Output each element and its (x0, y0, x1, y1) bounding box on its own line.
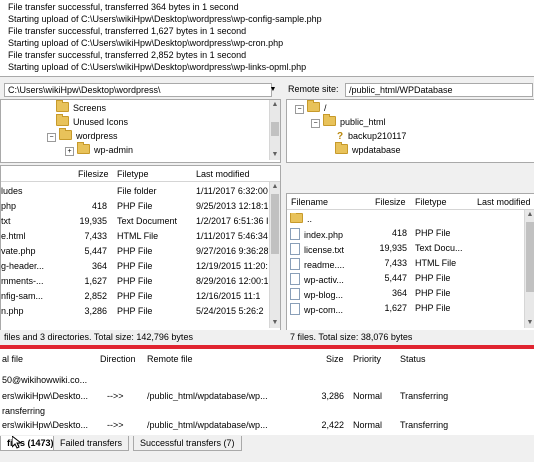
local-path-input[interactable]: C:\Users\wikiHpw\Desktop\wordpress\ (4, 83, 272, 97)
scroll-thumb[interactable] (271, 122, 279, 136)
folder-icon (290, 213, 303, 223)
tree-item-unused-icons[interactable]: Unused Icons (56, 114, 128, 128)
table-row[interactable]: .. (287, 212, 534, 225)
table-row[interactable]: txt 19,935 Text Document 1/2/2017 6:51:3… (1, 215, 280, 228)
col-remote-file[interactable]: Remote file (147, 354, 193, 364)
scroll-thumb[interactable] (271, 194, 279, 254)
scroll-down-icon[interactable]: ▼ (270, 150, 280, 160)
col-priority[interactable]: Priority (353, 354, 381, 364)
col-last-modified[interactable]: Last modified (477, 197, 531, 207)
folder-icon (323, 114, 336, 126)
collapse-icon[interactable]: − (295, 105, 304, 114)
scroll-up-icon[interactable]: ▲ (525, 210, 534, 220)
log-line: Starting upload of C:\Users\wikiHpw\Desk… (8, 14, 322, 24)
table-row[interactable]: readme.... 7,433 HTML File (287, 257, 534, 270)
queue-row[interactable]: ers\wikiHpw\Deskto... -->> /public_html/… (0, 419, 534, 431)
file-icon (290, 303, 300, 315)
folder-icon (56, 114, 69, 126)
folder-icon (335, 142, 348, 154)
table-row[interactable]: e.html 7,433 HTML File 1/11/2017 5:46:34 (1, 230, 280, 243)
folder-icon (77, 142, 90, 154)
file-icon (290, 228, 300, 240)
mouse-cursor-icon (12, 436, 21, 449)
col-filename[interactable]: Filename (291, 197, 328, 207)
col-size[interactable]: Size (326, 354, 344, 364)
unknown-folder-icon: ? (336, 131, 344, 142)
tab-failed-transfers[interactable]: Failed transfers (53, 436, 130, 451)
col-filesize[interactable]: Filesize (375, 197, 406, 207)
remote-list-header: Filename Filesize Filetype Last modified (287, 194, 534, 210)
local-tree-scrollbar[interactable]: ▲ ▼ (269, 100, 280, 160)
queue-server-row[interactable]: 50@wikihowwiki.co... (0, 374, 534, 386)
tree-item-screens[interactable]: Screens (56, 100, 106, 114)
file-icon (290, 258, 300, 270)
log-line: Starting upload of C:\Users\wikiHpw\Desk… (8, 62, 307, 72)
log-line: File transfer successful, transferred 36… (8, 2, 239, 12)
table-row[interactable]: ludes File folder 1/11/2017 6:32:00 (1, 185, 280, 198)
scroll-up-icon[interactable]: ▲ (270, 182, 280, 192)
scroll-down-icon[interactable]: ▼ (525, 318, 534, 328)
tree-item-wordpress[interactable]: − wordpress (47, 128, 118, 142)
folder-icon (56, 100, 69, 112)
col-status[interactable]: Status (400, 354, 426, 364)
table-row[interactable]: nfig-sam... 2,852 PHP File 12/16/2015 11… (1, 290, 280, 303)
file-icon (290, 288, 300, 300)
local-directory-tree: Screens Unused Icons − wordpress + wp-admi… (0, 99, 281, 163)
remote-site-label: Remote site: (288, 84, 339, 94)
local-status-text: files and 3 directories. Total size: 142… (0, 330, 283, 344)
tree-item-wpdatabase[interactable]: wpdatabase (335, 142, 401, 156)
tree-item-backup210117[interactable]: ? backup210117 (335, 130, 406, 142)
col-last-modified[interactable]: Last modified (196, 169, 250, 179)
tab-successful-transfers[interactable]: Successful transfers (7) (133, 436, 242, 451)
log-line: File transfer successful, transferred 1,… (8, 26, 247, 36)
table-row[interactable]: wp-activ... 5,447 PHP File (287, 272, 534, 285)
log-line: File transfer successful, transferred 2,… (8, 50, 247, 60)
col-direction[interactable]: Direction (100, 354, 136, 364)
remote-path-input[interactable]: /public_html/WPDatabase (345, 83, 533, 97)
table-row[interactable]: n.php 3,286 PHP File 5/24/2015 5:26:2 (1, 305, 280, 318)
table-row[interactable]: index.php 418 PHP File (287, 227, 534, 240)
tab-queued-files[interactable]: files (1473) (0, 436, 61, 451)
folder-icon (307, 100, 320, 112)
collapse-icon[interactable]: − (311, 119, 320, 128)
col-filesize[interactable]: Filesize (78, 169, 109, 179)
file-icon (290, 243, 300, 255)
remote-file-list: Filename Filesize Filetype Last modified… (286, 193, 534, 331)
col-local-file[interactable]: al file (2, 354, 23, 364)
transfer-queue: al file Direction Remote file Size Prior… (0, 349, 534, 435)
expand-icon[interactable]: + (65, 147, 74, 156)
tree-item-wp-admin[interactable]: + wp-admin (65, 142, 133, 156)
message-log: File transfer successful, transferred 36… (0, 0, 534, 77)
local-list-scrollbar[interactable]: ▲ ▼ (269, 182, 280, 328)
tree-item-root[interactable]: − / (295, 100, 327, 114)
remote-directory-tree: − / − public_html ? backup210117 wpdatabase (286, 99, 534, 163)
table-row[interactable]: wp-blog... 364 PHP File (287, 287, 534, 300)
scroll-down-icon[interactable]: ▼ (270, 318, 280, 328)
local-list-header: Filesize Filetype Last modified (1, 166, 280, 182)
table-row[interactable]: php 418 PHP File 9/25/2013 12:18:1 (1, 200, 280, 213)
table-row[interactable]: license.txt 19,935 Text Docu... (287, 242, 534, 255)
col-filetype[interactable]: Filetype (415, 197, 447, 207)
local-file-list: Filesize Filetype Last modified ludes Fi… (0, 165, 281, 331)
scroll-up-icon[interactable]: ▲ (270, 100, 280, 110)
file-icon (290, 273, 300, 285)
local-path-dropdown-icon[interactable]: ▼ (268, 83, 278, 96)
queue-row[interactable]: ers\wikiHpw\Deskto... -->> /public_html/… (0, 390, 534, 402)
table-row[interactable]: g-header... 364 PHP File 12/19/2015 11:2… (1, 260, 280, 273)
remote-list-scrollbar[interactable]: ▲ ▼ (524, 210, 534, 328)
queue-progress-row: ransferring (2, 406, 46, 416)
scroll-thumb[interactable] (526, 222, 534, 292)
remote-status-text: 7 files. Total size: 38,076 bytes (286, 330, 534, 344)
col-filetype[interactable]: Filetype (117, 169, 149, 179)
collapse-icon[interactable]: − (47, 133, 56, 142)
folder-icon (59, 128, 72, 140)
table-row[interactable]: vate.php 5,447 PHP File 9/27/2016 9:36:2… (1, 245, 280, 258)
tree-item-public-html[interactable]: − public_html (311, 114, 386, 128)
table-row[interactable]: wp-com... 1,627 PHP File (287, 302, 534, 315)
log-line: Starting upload of C:\Users\wikiHpw\Desk… (8, 38, 284, 48)
table-row[interactable]: mments-... 1,627 PHP File 8/29/2016 12:0… (1, 275, 280, 288)
